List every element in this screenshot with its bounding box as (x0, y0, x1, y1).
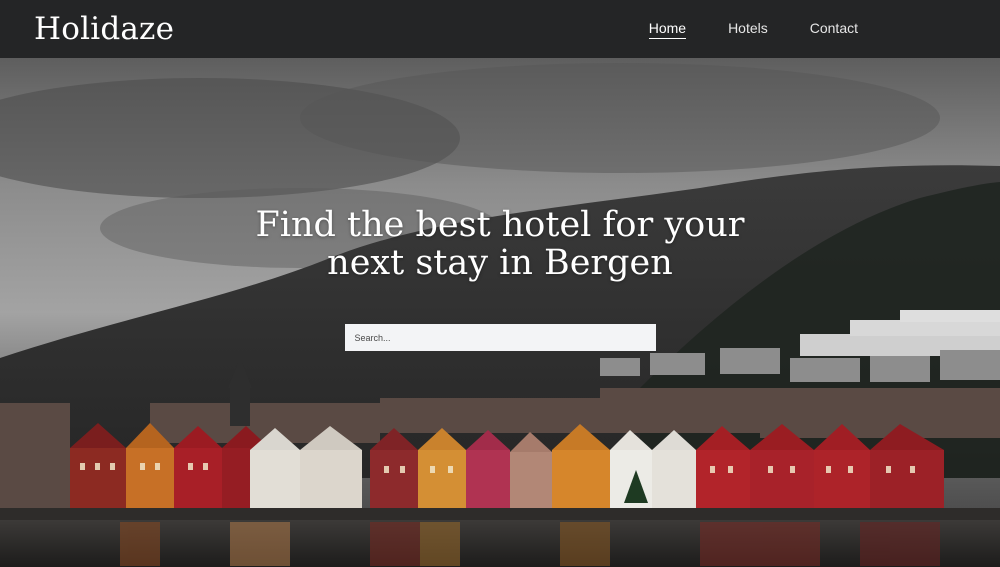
search-input[interactable] (344, 324, 656, 351)
hero-section: Find the best hotel for your next stay i… (0, 58, 1000, 567)
top-navbar: Holidaze Home Hotels Contact (0, 0, 1000, 58)
brand-logo[interactable]: Holidaze (34, 11, 174, 47)
nav-link-home[interactable]: Home (648, 20, 687, 39)
hero-headline: Find the best hotel for your next stay i… (255, 205, 745, 283)
nav-link-contact[interactable]: Contact (810, 20, 858, 39)
nav-link-hotels[interactable]: Hotels (728, 20, 768, 39)
main-nav: Home Hotels Contact (648, 20, 858, 39)
hero-content: Find the best hotel for your next stay i… (0, 206, 1000, 351)
